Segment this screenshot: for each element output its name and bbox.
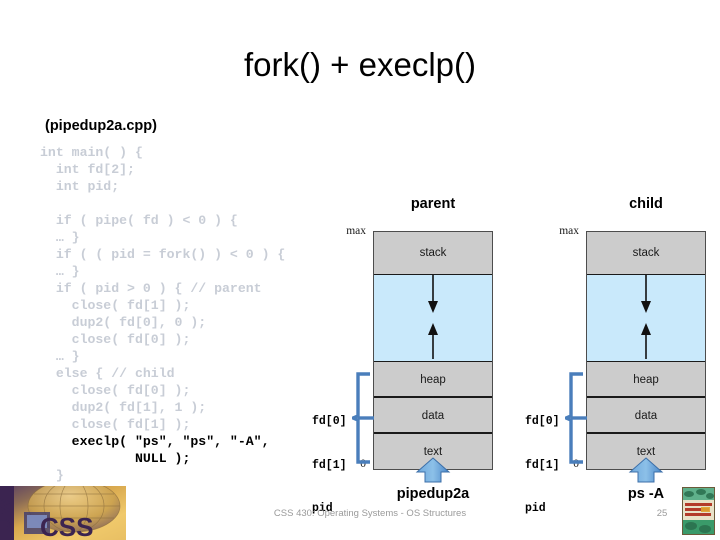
code-line: int fd[2]; [40,162,135,177]
footer-course-label: CSS 430: Operating Systems - OS Structur… [273,508,467,519]
heap-grow-arrow-head [641,323,651,335]
stack-grow-arrow-head [641,301,651,313]
code-line: … } [40,230,80,245]
code-line: close( fd[0] ); [40,332,191,347]
svg-text:CSS: CSS [40,512,93,540]
stack-grow-arrow-head [428,301,438,313]
svg-text:UWB: UWB [0,486,15,532]
variable-fd1: fd[1] [312,458,347,472]
entry-point-arrow-parent [415,457,451,483]
entry-point-arrow-child [628,457,664,483]
code-line: execlp( "ps", "ps", "-A", [40,434,270,449]
code-line: else { // child [40,366,175,381]
process-label-child: child [629,196,663,212]
code-line: } [40,468,64,483]
process-label-parent: parent [410,196,456,212]
uwb-css-logo-image: UWB CSS [0,486,126,540]
slide-canvas: fork() + execlp() (pipedup2a.cpp) int ma… [0,0,720,540]
growth-arrows-child [641,275,651,359]
code-line: NULL ); [40,451,191,466]
code-line: close( fd[0] ); [40,383,191,398]
heap-grow-arrow-head [428,323,438,335]
page-number: 25 [656,508,668,519]
variable-fd0: fd[0] [312,415,347,428]
variable-fd1: fd[1] [525,458,560,472]
variable-brace-child [565,372,587,464]
code-line: dup2( fd[0], 0 ); [40,315,207,330]
growth-arrows-parent [428,275,438,359]
source-file-label: (pipedup2a.cpp) [45,118,157,134]
code-listing: int main( ) { int fd[2]; int pid; if ( p… [40,144,285,484]
address-max-label-child: max [559,225,579,237]
code-line: … } [40,349,80,364]
code-line: … } [40,264,80,279]
textbook-cover-thumbnail [682,487,715,535]
page-title: fork() + execlp() [244,46,476,83]
uwb-css-logo: UWB CSS [0,486,126,540]
code-line: dup2( fd[1], 1 ); [40,400,207,415]
code-line: if ( pid > 0 ) { // parent [40,281,262,296]
memory-layout-parent: stack heap data text [373,231,493,470]
command-label-parent: pipedup2a [396,486,470,502]
code-line: int pid; [40,179,120,194]
code-line: close( fd[1] ); [40,298,191,313]
code-line: if ( pipe( fd ) < 0 ) { [40,213,238,228]
code-line: int main( ) { [40,145,143,160]
variable-fd0: fd[0] [525,415,560,428]
memory-layout-child: stack heap data text [586,231,706,470]
address-max-label-parent: max [346,225,366,237]
variable-brace-parent [352,372,374,464]
textbook-cover-image [683,488,714,534]
code-line: if ( ( pid = fork() ) < 0 ) { [40,247,286,262]
code-line: close( fd[1] ); [40,417,191,432]
